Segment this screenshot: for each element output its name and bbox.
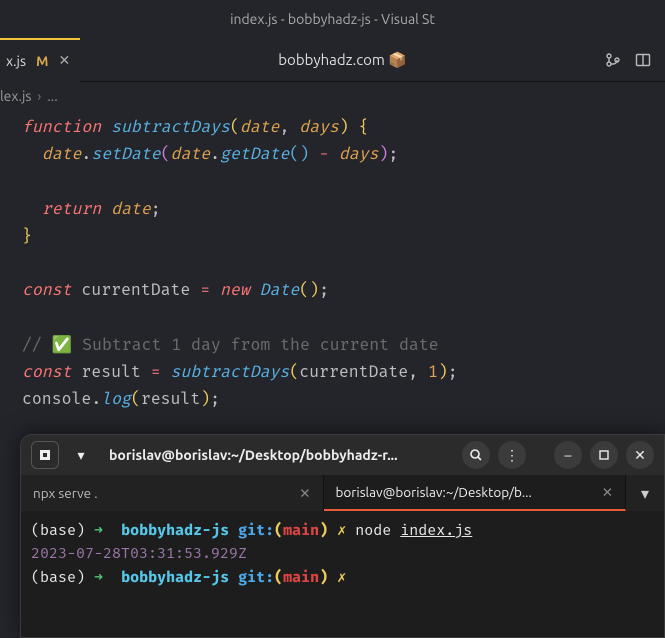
terminal-line: 2023-07-28T03:31:53.929Z xyxy=(31,542,654,565)
terminal-titlebar: ▾ borislav@borislav:~/Desktop/bobbyhadz-… xyxy=(21,435,664,475)
command-center[interactable]: bobbyhadz.com 📦 xyxy=(80,51,605,69)
code-line: return date; xyxy=(22,196,665,223)
terminal-line: (base) ➜ bobbyhadz-js git:(main) ✗ node … xyxy=(31,519,654,542)
maximize-button[interactable] xyxy=(590,441,618,469)
source-control-icon[interactable] xyxy=(605,52,621,68)
close-icon[interactable]: ✕ xyxy=(299,485,310,502)
code-line: function subtractDays(date, days) { xyxy=(22,114,665,141)
chevron-right-icon: › xyxy=(37,88,41,104)
terminal-title: borislav@borislav:~/Desktop/bobbyhadz-r.… xyxy=(103,447,454,463)
new-tab-button[interactable] xyxy=(31,441,59,469)
terminal-tab-1[interactable]: npx serve . ✕ xyxy=(21,475,324,511)
code-line: console.log(result); xyxy=(22,386,665,413)
code-line: } xyxy=(22,223,665,250)
terminal-window: ▾ borislav@borislav:~/Desktop/bobbyhadz-… xyxy=(20,434,665,638)
tab-dropdown-icon[interactable]: ▾ xyxy=(626,475,664,511)
close-icon[interactable]: ✕ xyxy=(59,52,71,69)
editor-area[interactable]: function subtractDays(date, days) { date… xyxy=(0,104,665,413)
breadcrumb-rest: ... xyxy=(47,88,57,104)
minimize-button[interactable]: – xyxy=(554,441,582,469)
terminal-output[interactable]: (base) ➜ bobbyhadz-js git:(main) ✗ node … xyxy=(21,511,664,597)
tab-label: x.js xyxy=(6,53,26,69)
terminal-tab-2[interactable]: borislav@borislav:~/Desktop/b... ✕ xyxy=(324,475,627,511)
split-editor-icon[interactable] xyxy=(635,52,651,68)
terminal-tabs: npx serve . ✕ borislav@borislav:~/Deskto… xyxy=(21,475,664,511)
window-title: index.js - bobbyhadz-js - Visual St xyxy=(230,11,435,27)
code-line: // ✅ Subtract 1 day from the current dat… xyxy=(22,332,665,359)
code-line: const currentDate = new Date(); xyxy=(22,277,665,304)
dropdown-icon[interactable]: ▾ xyxy=(67,441,95,469)
tab-indexjs[interactable]: x.js M ✕ xyxy=(0,38,80,82)
modified-indicator: M xyxy=(36,53,48,69)
close-button[interactable]: ✕ xyxy=(626,441,654,469)
terminal-line: (base) ➜ bobbyhadz-js git:(main) ✗ xyxy=(31,566,654,589)
menu-icon[interactable]: ⋮ xyxy=(498,441,526,469)
search-icon[interactable] xyxy=(462,441,490,469)
breadcrumb-file: lex.js xyxy=(0,88,31,104)
code-line: const result = subtractDays(currentDate,… xyxy=(22,359,665,386)
tab-bar: x.js M ✕ bobbyhadz.com 📦 xyxy=(0,38,665,82)
window-titlebar: index.js - bobbyhadz-js - Visual St xyxy=(0,0,665,38)
breadcrumb[interactable]: lex.js › ... xyxy=(0,82,665,104)
top-right-icons xyxy=(605,52,665,68)
close-icon[interactable]: ✕ xyxy=(602,484,613,501)
code-line: date.setDate(date.getDate() - days); xyxy=(22,141,665,168)
